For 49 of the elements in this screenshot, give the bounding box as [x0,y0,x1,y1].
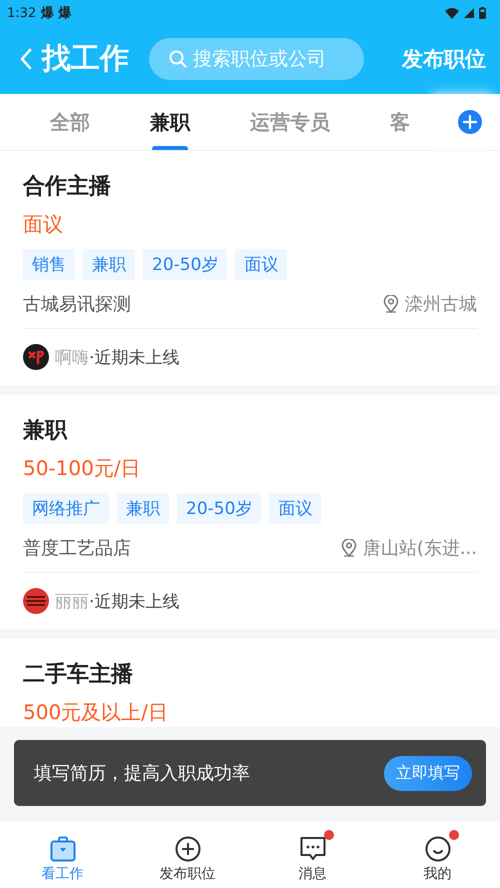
page-title: 找工作 [42,40,129,77]
nav-item[interactable]: 我的 [375,828,500,882]
job-card[interactable]: 合作主播 面议 销售 兼职 20-50岁 面议 古城易讯探测 滦州古城 啊嗨·近期未上线 [0,151,500,385]
smiley-icon [424,836,450,862]
salary: 面议 [23,211,64,238]
back-icon[interactable] [20,48,32,70]
job-title: 二手车主播 [23,660,134,689]
job-card[interactable]: 二手车主播 500元及以上/日 [0,639,500,727]
nav-item[interactable]: 消息 [250,828,375,882]
recruiter-name: 丽丽 [55,590,89,612]
salary: 50-100元/日 [23,455,142,482]
job-title: 兼职 [23,417,68,445]
add-icon[interactable] [458,110,482,134]
company-name: 普度工艺品店 [23,537,131,560]
job-card[interactable]: 兼职 50-100元/日 网络推广 兼职 20-50岁 面议 普度工艺品店 唐山站(东进... 丽丽·近期未上线 [0,395,500,629]
tag: 20-50岁 [143,249,228,280]
tag: 网络推广 [23,493,109,524]
battery-icon [479,7,486,19]
tab-indicator [152,146,188,150]
briefcase-icon [50,836,76,862]
avatar-icon [23,344,49,370]
nav-item[interactable]: 发布职位 [125,828,250,882]
salary: 500元及以上/日 [23,699,169,726]
tag: 销售 [23,249,75,280]
tag: 面议 [269,493,322,524]
chat-icon [300,836,326,862]
tag: 兼职 [117,493,169,524]
tag: 面议 [235,249,288,280]
notification-text: 爆 爆 [41,5,72,22]
status-time: 1:32 [7,6,36,20]
location: 滦州古城 [405,293,477,316]
location: 唐山站(东进... [362,537,477,560]
job-title: 合作主播 [23,172,112,201]
tag: 20-50岁 [177,493,262,524]
plus-circle-icon [174,836,200,862]
toast-message: 填写简历，提高入职成功率 [34,762,250,785]
tag: 兼职 [83,249,135,280]
avatar-icon [23,588,49,614]
signal-icon [464,8,474,18]
tab[interactable]: 兼职 [120,94,220,150]
location-pin-icon [340,539,357,557]
recruiter-name: 啊嗨 [55,346,89,368]
wifi-icon [445,8,459,18]
online-status: ·近期未上线 [89,590,180,612]
online-status: ·近期未上线 [89,346,180,368]
company-name: 古城易讯探测 [23,293,131,316]
location-pin-icon [383,295,399,313]
nav-item[interactable]: 看工作 [0,828,125,882]
search-field[interactable]: 搜索职位或公司 [149,38,364,80]
